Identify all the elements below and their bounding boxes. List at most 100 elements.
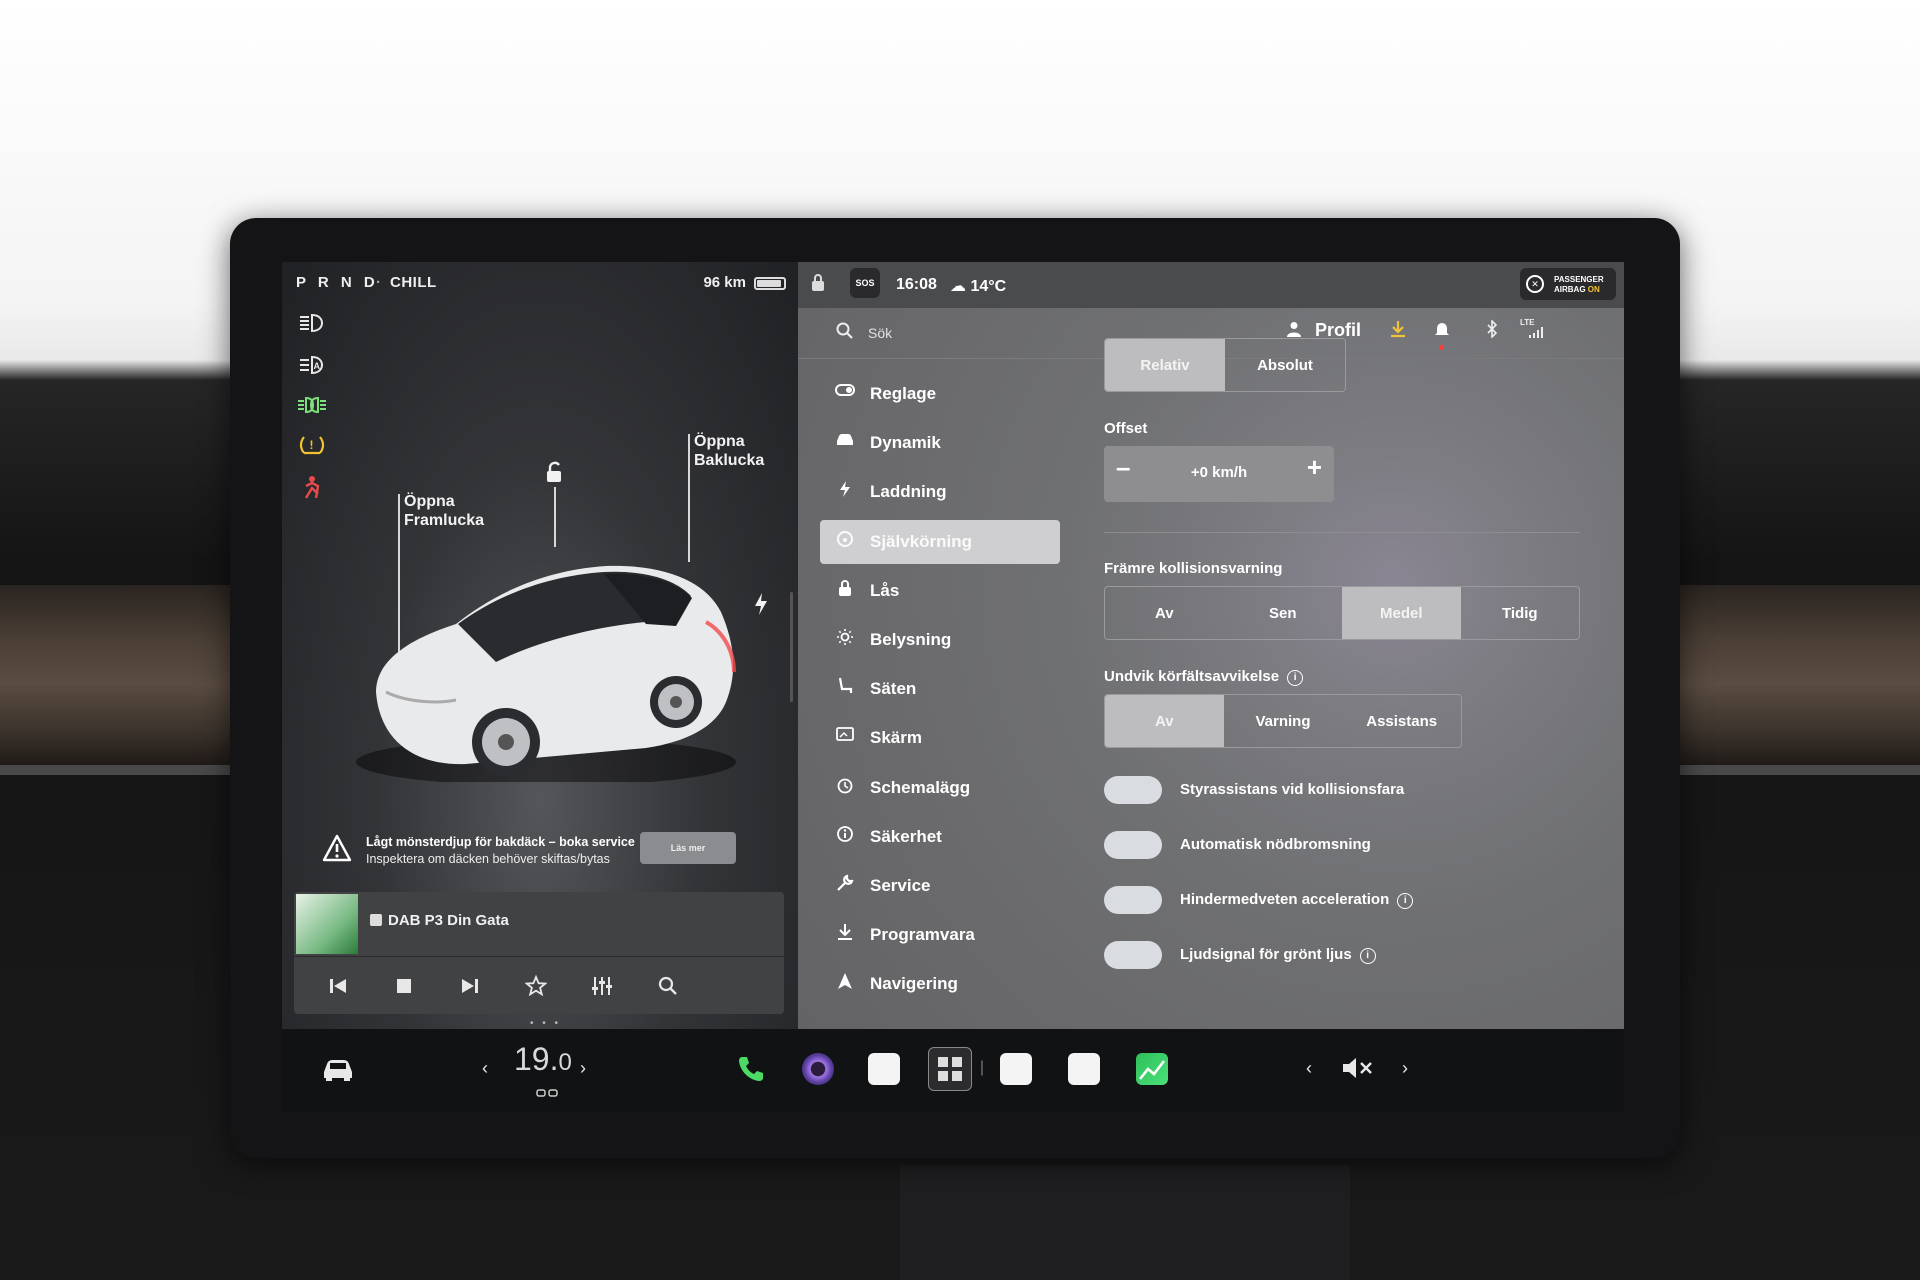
toggle-switch[interactable] [1104, 776, 1162, 804]
fcw-option-tidig[interactable]: Tidig [1461, 587, 1580, 639]
notification-dot [1439, 345, 1444, 350]
nav-item-skärm[interactable]: Skärm [820, 716, 1060, 760]
nav-item-navigering[interactable]: Navigering [820, 962, 1060, 1006]
warning-triangle-icon [322, 834, 352, 862]
next-track-icon[interactable] [454, 970, 486, 1002]
door-leader-line [554, 487, 556, 547]
left-status-bar: P R N D · CHILL 96 km [296, 274, 788, 296]
passenger-airbag-indicator: ✕ PASSENGER AIRBAG ON [1520, 268, 1616, 300]
nav-item-säkerhet[interactable]: Säkerhet [820, 815, 1060, 859]
clock-icon [834, 776, 856, 799]
temp-increase-chevron-icon[interactable]: › [576, 1057, 590, 1079]
info-icon[interactable]: i [1397, 893, 1414, 909]
nav-item-säten[interactable]: Säten [820, 667, 1060, 711]
volume-down-chevron-icon[interactable]: ‹ [1302, 1057, 1316, 1079]
nav-item-belysning[interactable]: Belysning [820, 618, 1060, 662]
equalizer-icon[interactable] [586, 970, 618, 1002]
toggle-switch[interactable] [1104, 941, 1162, 969]
nav-item-reglage[interactable]: Reglage [820, 372, 1060, 416]
cabin-temperature[interactable]: 19.0 [514, 1041, 572, 1078]
phone-app-icon[interactable] [734, 1053, 766, 1085]
info-icon[interactable]: i [1359, 948, 1376, 964]
app-icon-1[interactable] [868, 1053, 900, 1085]
seat-heater-icon[interactable] [534, 1087, 560, 1101]
signal-strength-icon [1528, 326, 1546, 341]
read-more-button[interactable]: Läs mer [640, 832, 736, 864]
svg-text:!: ! [310, 438, 314, 452]
lock-status-icon[interactable] [810, 272, 826, 297]
nav-item-label: Programvara [870, 925, 975, 945]
battery-icon [754, 277, 786, 290]
media-search-icon[interactable] [652, 970, 684, 1002]
alert-body: Inspektera om däcken behöver skiftas/byt… [366, 852, 610, 866]
app-launcher-icon[interactable] [928, 1047, 972, 1091]
toggle-switch[interactable] [1104, 831, 1162, 859]
nav-item-laddning[interactable]: Laddning [820, 470, 1060, 514]
temp-decrease-chevron-icon[interactable]: ‹ [478, 1057, 492, 1079]
tire-alert: Lågt mönsterdjup för bakdäck – boka serv… [322, 827, 782, 875]
lane-option-av[interactable]: Av [1105, 695, 1224, 747]
previous-track-icon[interactable] [322, 970, 354, 1002]
lane-departure-selector: Av Varning Assistans [1104, 694, 1462, 748]
volume-muted-icon[interactable] [1340, 1051, 1374, 1085]
charge-port-icon[interactable] [752, 592, 770, 616]
lane-option-assistans[interactable]: Assistans [1342, 695, 1461, 747]
trunk-open-label[interactable]: Öppna Baklucka [694, 432, 764, 470]
album-art[interactable] [296, 894, 358, 954]
nav-item-label: Belysning [870, 630, 952, 649]
app-icon-2[interactable] [1000, 1053, 1032, 1085]
volume-up-chevron-icon[interactable]: › [1398, 1057, 1412, 1079]
nav-item-programvara[interactable]: Programvara [820, 913, 1060, 957]
frunk-open-label[interactable]: Öppna Framlucka [404, 492, 484, 530]
battery-fill [757, 280, 781, 287]
trunk-leader-line [688, 434, 690, 562]
right-status-bar: SOS 16:08 ☁ 14°C ✕ PASSENGER AIRBAG ON [798, 262, 1624, 308]
fcw-option-medel[interactable]: Medel [1342, 587, 1461, 639]
frunk-label-line-2: Framlucka [404, 512, 485, 529]
bottom-dock: ‹ 19.0 › | ‹ › [282, 1029, 1624, 1112]
stop-icon[interactable] [388, 970, 420, 1002]
unlock-icon[interactable] [544, 460, 564, 484]
search-input[interactable] [866, 324, 1070, 342]
info-icon[interactable]: i [1287, 670, 1304, 686]
bluetooth-icon[interactable] [1486, 319, 1498, 343]
car-icon[interactable] [318, 1051, 358, 1087]
profile-label: Profil [1315, 320, 1362, 340]
fcw-option-av[interactable]: Av [1105, 587, 1224, 639]
nav-item-service[interactable]: Service [820, 864, 1060, 908]
sos-button[interactable]: SOS [850, 268, 880, 298]
app-icon-3[interactable] [1068, 1053, 1100, 1085]
toggle-switch[interactable] [1104, 886, 1162, 914]
lane-option-varning[interactable]: Varning [1224, 695, 1343, 747]
speed-limit-mode-selector: Relativ Absolut [1104, 338, 1346, 392]
toggle-label: Styrassistans vid kollisionsfara [1180, 781, 1404, 798]
tire-pressure-warning-icon: ! [296, 432, 328, 458]
increase-offset-button[interactable]: + [1307, 452, 1322, 483]
offset-label: Offset [1104, 420, 1148, 437]
temperature-value: 14°C [970, 278, 1007, 295]
fcw-option-sen[interactable]: Sen [1224, 587, 1343, 639]
nav-item-dynamik[interactable]: Dynamik [820, 421, 1060, 465]
info-icon [834, 825, 856, 848]
option-absolut[interactable]: Absolut [1225, 339, 1345, 391]
nav-item-självkörning[interactable]: Självkörning [820, 519, 1060, 564]
download-update-icon[interactable] [1390, 320, 1406, 343]
toggle-label-text: Hindermedveten acceleration [1180, 891, 1390, 908]
page-dots[interactable]: • • • [530, 1018, 561, 1029]
search-icon[interactable] [836, 322, 854, 345]
headlight-icon [296, 310, 328, 336]
nav-item-lås[interactable]: Lås [820, 569, 1060, 613]
nav-item-schemalägg[interactable]: Schemalägg [820, 766, 1060, 810]
vehicle-illustration[interactable] [346, 552, 746, 782]
left-pane-scroll-thumb[interactable] [790, 592, 793, 702]
camera-app-icon[interactable] [802, 1053, 834, 1085]
trunk-label-line-1: Öppna [694, 433, 745, 450]
toggle-icon [834, 382, 856, 402]
temp-whole: 19. [514, 1041, 559, 1077]
app-icon-4[interactable] [1136, 1053, 1168, 1085]
option-relativ[interactable]: Relativ [1105, 339, 1225, 391]
notification-bell-icon[interactable] [1434, 320, 1450, 343]
station-name[interactable]: DAB P3 Din Gata [370, 912, 509, 929]
airbag-on-state: ON [1587, 285, 1600, 294]
favorite-star-icon[interactable] [520, 970, 552, 1002]
